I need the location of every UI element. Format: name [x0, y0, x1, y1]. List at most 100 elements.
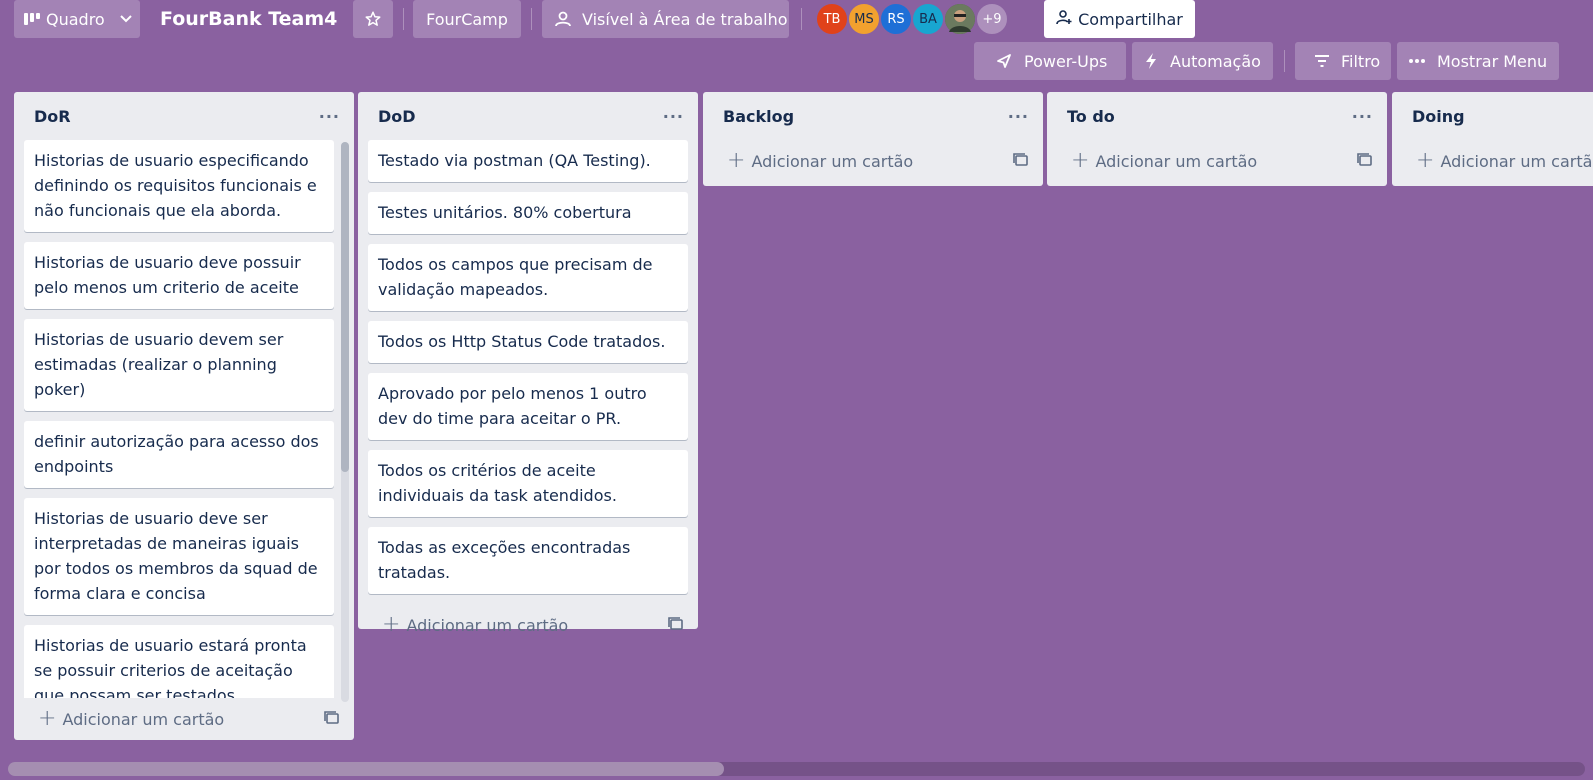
list-title[interactable]: Backlog: [723, 107, 794, 126]
filter-label: Filtro: [1341, 51, 1381, 71]
visibility-button[interactable]: Visível à Área de trabalho: [542, 0, 789, 38]
board-header: Quadro FourBank Team4 FourCamp Visível à…: [0, 0, 1593, 40]
card-container: Testado via postman (QA Testing). Testes…: [358, 140, 698, 594]
star-board-button[interactable]: [353, 0, 393, 38]
list-backlog: Backlog ··· + Adicionar um cartão: [703, 92, 1043, 186]
list-menu-icon[interactable]: ···: [1008, 107, 1029, 126]
card[interactable]: Historias de usuario deve possuir pelo m…: [24, 242, 334, 309]
plus-icon: +: [382, 612, 401, 637]
create-from-template-icon[interactable]: [1357, 152, 1373, 171]
avatar[interactable]: RS: [879, 2, 913, 36]
card[interactable]: Todos os campos que precisam de validaçã…: [368, 244, 688, 311]
add-card-button[interactable]: + Adicionar um cartão: [1416, 148, 1593, 173]
avatar[interactable]: BA: [911, 2, 945, 36]
add-card-label: Adicionar um cartão: [1095, 151, 1258, 171]
star-icon: [364, 10, 382, 28]
add-card-row[interactable]: + Adicionar um cartão: [703, 140, 1043, 182]
board-horizontal-scrollbar[interactable]: [8, 762, 1585, 776]
add-card-row[interactable]: + Adicionar um cartão: [1047, 140, 1387, 182]
divider: [531, 8, 532, 30]
avatar[interactable]: MS: [847, 2, 881, 36]
card[interactable]: Aprovado por pelo menos 1 outro dev do t…: [368, 373, 688, 440]
list-menu-icon[interactable]: ···: [1352, 107, 1373, 126]
people-icon: [554, 11, 572, 27]
filter-button[interactable]: Filtro: [1295, 42, 1391, 80]
avatar-photo[interactable]: [943, 2, 977, 36]
plus-icon: +: [1071, 148, 1090, 173]
add-card-label: Adicionar um cartão: [1440, 151, 1593, 171]
show-menu-label: Mostrar Menu: [1437, 51, 1548, 71]
filter-icon: [1315, 55, 1329, 67]
list-header: To do ···: [1047, 92, 1387, 140]
card[interactable]: Testado via postman (QA Testing).: [368, 140, 688, 182]
automation-button[interactable]: Automação: [1132, 42, 1273, 80]
list-menu-icon[interactable]: ···: [319, 107, 340, 126]
add-card-button[interactable]: + Adicionar um cartão: [38, 706, 225, 731]
add-card-label: Adicionar um cartão: [62, 709, 225, 729]
list-scrollbar[interactable]: [341, 142, 349, 702]
automation-label: Automação: [1170, 51, 1261, 71]
card-container: Historias de usuario especificando defin…: [14, 140, 354, 698]
create-from-template-icon[interactable]: [1013, 152, 1029, 171]
list-title[interactable]: DoD: [378, 107, 416, 126]
powerups-button[interactable]: Power-Ups: [974, 42, 1126, 80]
add-person-icon: [1056, 9, 1072, 29]
card[interactable]: Historias de usuario devem ser estimadas…: [24, 319, 334, 411]
add-card-row[interactable]: + Adicionar um cartão: [358, 604, 698, 646]
plus-icon: +: [727, 148, 746, 173]
list-title[interactable]: Doing: [1412, 107, 1465, 126]
card[interactable]: Todas as exceções encontradas tratadas.: [368, 527, 688, 594]
list-header: DoR ···: [14, 92, 354, 140]
view-label: Quadro: [46, 9, 105, 29]
card[interactable]: Todos os Http Status Code tratados.: [368, 321, 688, 363]
card[interactable]: Todos os critérios de aceite individuais…: [368, 450, 688, 517]
board-scrollbar-thumb[interactable]: [8, 762, 724, 776]
plus-icon: +: [38, 706, 57, 731]
create-from-template-icon[interactable]: [324, 710, 340, 729]
workspace-button[interactable]: FourCamp: [413, 0, 521, 38]
more-members-badge[interactable]: +9: [975, 2, 1009, 36]
show-menu-button[interactable]: Mostrar Menu: [1397, 42, 1559, 80]
workspace-label: FourCamp: [426, 9, 508, 29]
add-card-button[interactable]: + Adicionar um cartão: [382, 612, 569, 637]
list-header: Doing: [1392, 92, 1593, 140]
share-button[interactable]: Compartilhar: [1044, 0, 1195, 38]
divider: [403, 8, 404, 30]
list-header: DoD ···: [358, 92, 698, 140]
list-header: Backlog ···: [703, 92, 1043, 140]
add-card-button[interactable]: + Adicionar um cartão: [1071, 148, 1258, 173]
add-card-label: Adicionar um cartão: [406, 615, 569, 635]
plus-icon: +: [1416, 148, 1435, 173]
lightning-icon: [1144, 53, 1158, 69]
card[interactable]: Historias de usuario estará pronta se po…: [24, 625, 334, 698]
avatar[interactable]: TB: [815, 2, 849, 36]
list-dor: DoR ··· Historias de usuario especifican…: [14, 92, 354, 740]
divider: [801, 8, 802, 30]
rocket-icon: [996, 53, 1012, 69]
list-todo: To do ··· + Adicionar um cartão: [1047, 92, 1387, 186]
ellipsis-icon: [1409, 59, 1425, 63]
divider: [1284, 50, 1285, 72]
card[interactable]: definir autorização para acesso dos endp…: [24, 421, 334, 488]
user-photo-icon: [945, 4, 975, 34]
list-dod: DoD ··· Testado via postman (QA Testing)…: [358, 92, 698, 636]
add-card-label: Adicionar um cartão: [751, 151, 914, 171]
list-doing: Doing + Adicionar um cartão: [1392, 92, 1593, 186]
card[interactable]: Testes unitários. 80% cobertura: [368, 192, 688, 234]
view-switcher-button[interactable]: Quadro: [14, 0, 140, 38]
share-label: Compartilhar: [1078, 9, 1183, 29]
powerups-label: Power-Ups: [1024, 51, 1108, 71]
list-menu-icon[interactable]: ···: [663, 107, 684, 126]
list-title[interactable]: To do: [1067, 107, 1115, 126]
chevron-down-icon: [119, 14, 133, 24]
list-scrollbar-thumb[interactable]: [341, 142, 349, 472]
visibility-label: Visível à Área de trabalho: [582, 9, 788, 29]
card[interactable]: Historias de usuario deve ser interpreta…: [24, 498, 334, 615]
add-card-row[interactable]: + Adicionar um cartão: [1392, 140, 1593, 182]
add-card-button[interactable]: + Adicionar um cartão: [727, 148, 914, 173]
list-title[interactable]: DoR: [34, 107, 71, 126]
board-title[interactable]: FourBank Team4: [160, 0, 337, 38]
create-from-template-icon[interactable]: [668, 616, 684, 635]
add-card-row[interactable]: + Adicionar um cartão: [14, 698, 354, 740]
card[interactable]: Historias de usuario especificando defin…: [24, 140, 334, 232]
